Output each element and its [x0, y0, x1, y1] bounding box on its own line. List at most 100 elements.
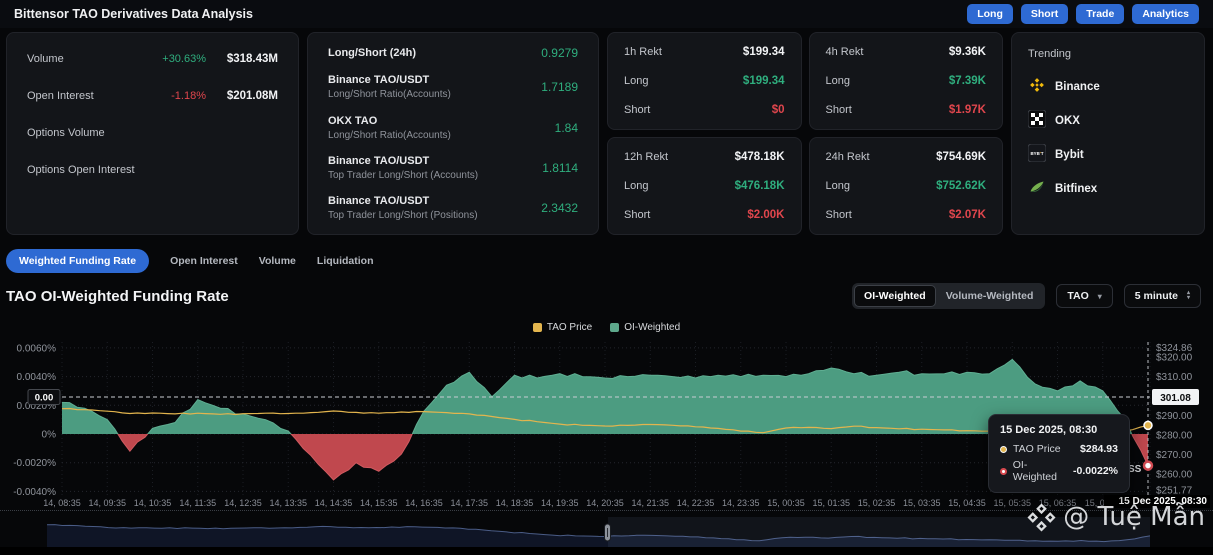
rekt-long-value: $752.62K [936, 180, 986, 192]
x-axis-tick: 15, 01:35 [812, 498, 850, 508]
last-price-label: 301.08 [1160, 393, 1191, 404]
rekt-total-value: $754.69K [936, 151, 986, 163]
trending-list: Binance OKX BYB'TBybit Bitfinex [1028, 76, 1188, 199]
stat-change: -1.18% [140, 90, 206, 102]
short-button[interactable]: Short [1021, 4, 1068, 24]
x-axis-tick: 14, 20:35 [586, 498, 624, 508]
long-short-ratio-card: Long/Short (24h)0.9279Binance TAO/USDTLo… [307, 32, 599, 235]
tooltip-row-funding: OI-Weighted -0.0022% [1000, 459, 1118, 483]
stat-label: Open Interest [27, 90, 140, 102]
chart-tabs: Weighted Funding Rate Open Interest Volume… [6, 249, 373, 273]
tab-weighted-funding-rate[interactable]: Weighted Funding Rate [6, 249, 149, 273]
chart-controls: OI-Weighted Volume-Weighted TAO ▾ 5 minu… [852, 283, 1201, 309]
x-axis-tick: 14, 17:35 [450, 498, 488, 508]
24h-rekt-card: 24h Rekt$754.69K Long$752.62K Short $2.07K [809, 137, 1004, 235]
stat-label: Options Volume [27, 127, 140, 139]
rekt-short-row: Short $0 [624, 104, 785, 116]
rekt-short-value: $2.00K [747, 209, 784, 221]
legend-item-tao-price: TAO Price [533, 322, 592, 333]
tab-open-interest[interactable]: Open Interest [170, 255, 238, 267]
ratio-row-okx-taolong-short-ratio-accounts: OKX TAOLong/Short Ratio(Accounts)1.84 [328, 115, 578, 141]
stat-row-options-open-interest: Options Open Interest [27, 160, 278, 180]
weighting-toggle: OI-Weighted Volume-Weighted [852, 283, 1045, 309]
rekt-total-row: 24h Rekt$754.69K [826, 151, 987, 163]
toggle-volume-weighted[interactable]: Volume-Weighted [936, 285, 1044, 307]
x-axis-tick: 14, 23:35 [722, 498, 760, 508]
summary-cards-row: Volume+30.63%$318.43MOpen Interest-1.18%… [6, 32, 1205, 235]
ratio-value: 1.7189 [541, 80, 578, 94]
interval-select[interactable]: 5 minute ▴▾ [1124, 284, 1201, 308]
rekt-total-value: $199.34 [743, 46, 785, 58]
trending-item-label: Binance [1055, 81, 1100, 93]
rekt-short-value: $1.97K [949, 104, 986, 116]
x-axis-tick: 14, 09:35 [88, 498, 126, 508]
left-axis-tick: 0.0060% [17, 343, 57, 354]
right-axis-tick: $270.00 [1156, 450, 1193, 461]
right-axis-tick: $260.00 [1156, 470, 1193, 481]
4h-rekt-card: 4h Rekt$9.36KLong$7.39KShort$1.97K [809, 32, 1004, 130]
left-axis-tick: 0.0040% [17, 372, 57, 383]
legend-label: OI-Weighted [624, 322, 680, 333]
rekt-short-value: $0 [772, 104, 785, 116]
bybit-logo-icon: BYB'T [1028, 144, 1046, 165]
analytics-button[interactable]: Analytics [1132, 4, 1199, 24]
ratio-row-long-short-24h: Long/Short (24h)0.9279 [328, 46, 578, 60]
ratio-subtitle: Long/Short Ratio(Accounts) [328, 89, 541, 100]
header-actions: Long Short Trade Analytics [967, 4, 1199, 24]
rekt-title: 12h Rekt [624, 151, 668, 163]
tooltip-funding-label: OI-Weighted [1013, 459, 1067, 483]
ratio-subtitle: Long/Short Ratio(Accounts) [328, 130, 555, 141]
rekt-long-value: $476.18K [735, 180, 785, 192]
rekt-long-value: $199.34 [743, 75, 785, 87]
ratio-value: 1.84 [555, 121, 578, 135]
navigator-handle[interactable] [605, 524, 611, 541]
binance-logo-icon [1028, 76, 1046, 97]
long-button[interactable]: Long [967, 4, 1013, 24]
right-axis-tick: $280.00 [1156, 431, 1193, 442]
trending-item-okx[interactable]: OKX [1028, 110, 1188, 131]
spinner-updown-icon: ▴▾ [1187, 291, 1190, 301]
tooltip-price-value: $284.93 [1080, 443, 1118, 455]
trending-item-bitfinex[interactable]: Bitfinex [1028, 178, 1188, 199]
rekt-short-label: Short [624, 104, 650, 116]
stat-row-open-interest: Open Interest-1.18%$201.08M [27, 86, 278, 106]
ratio-labels: Binance TAO/USDTTop Trader Long/Short (P… [328, 195, 541, 221]
trade-button[interactable]: Trade [1076, 4, 1124, 24]
funding-area-positive [62, 359, 1148, 480]
rekt-long-row: Long$7.39K [826, 75, 987, 87]
volume-oi-card: Volume+30.63%$318.43MOpen Interest-1.18%… [6, 32, 299, 235]
symbol-select[interactable]: TAO ▾ [1056, 284, 1112, 308]
chart-title: TAO OI-Weighted Funding Rate [6, 288, 229, 305]
rekt-long-label: Long [624, 75, 648, 87]
ratio-row-binance-tao-usdtlong-short-ratio-accounts: Binance TAO/USDTLong/Short Ratio(Account… [328, 74, 578, 100]
left-axis-tick: -0.0040% [13, 487, 56, 498]
watermark: @ Tuệ Mẫn [1027, 502, 1205, 532]
crosshair-left-label: 0.00 [35, 393, 54, 404]
x-axis-tick: 15, 02:35 [858, 498, 896, 508]
x-axis-tick: 14, 13:35 [269, 498, 307, 508]
rekt-short-label: Short [826, 209, 852, 221]
toggle-oi-weighted[interactable]: OI-Weighted [854, 285, 936, 307]
legend-swatch-icon [610, 323, 619, 332]
ratio-value: 0.9279 [541, 46, 578, 60]
trending-item-bybit[interactable]: BYB'TBybit [1028, 144, 1188, 165]
rekt-total-row: 12h Rekt$478.18K [624, 151, 785, 163]
ratio-title: Binance TAO/USDT [328, 195, 541, 207]
chart-navigator-scrollbar[interactable] [47, 517, 1150, 548]
tooltip-date: 15 Dec 2025, 08:30 [1000, 424, 1118, 436]
stat-change: +30.63% [140, 53, 206, 65]
rekt-short-label: Short [624, 209, 650, 221]
tab-volume[interactable]: Volume [259, 255, 296, 267]
trending-item-binance[interactable]: Binance [1028, 76, 1188, 97]
rekt-short-value: $2.07K [949, 209, 986, 221]
stat-row-options-volume: Options Volume [27, 123, 278, 143]
tab-liquidation[interactable]: Liquidation [317, 255, 374, 267]
1h-rekt-card: 1h Rekt$199.34 Long $199.34 Short $0 [607, 32, 802, 130]
rekt-long-value: $7.39K [949, 75, 986, 87]
rekt-total-row: 1h Rekt$199.34 [624, 46, 785, 58]
x-axis-tick: 14, 18:35 [496, 498, 534, 508]
rekt-long-row: Long$752.62K [826, 180, 987, 192]
ratio-value: 1.8114 [542, 161, 578, 175]
rekt-short-row: Short $2.00K [624, 209, 785, 221]
ratio-title: Binance TAO/USDT [328, 155, 542, 167]
